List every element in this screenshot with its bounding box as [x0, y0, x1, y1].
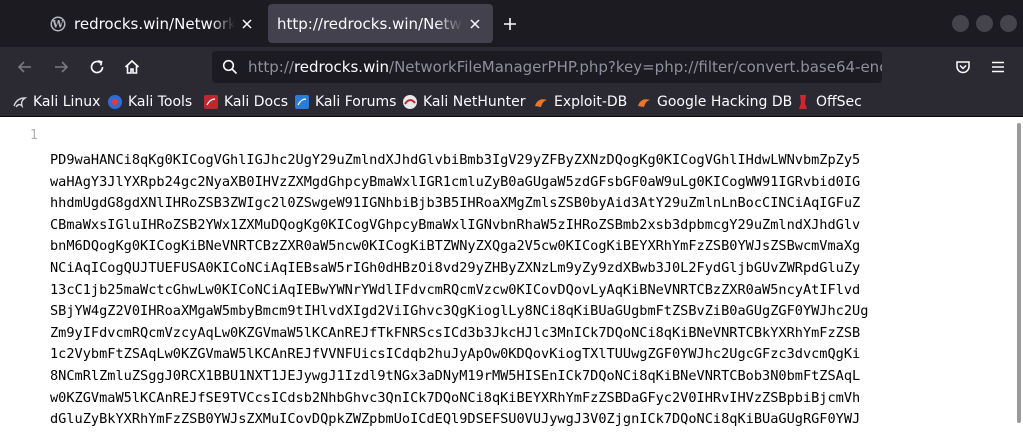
kali-tools-icon [108, 95, 122, 109]
source-line: bnM6DQogKg0KICogKiBNeVNRTCBzZXR0aW5ncw0K… [50, 238, 861, 255]
source-line: Zm9yIFdvcmRQcmVzcyAqLw0KZGVmaW5lKCAnREJf… [50, 324, 861, 341]
close-tab-icon[interactable] [235, 12, 259, 36]
kali-forums-icon [295, 95, 309, 109]
bookmark-offsec[interactable]: OffSec [795, 87, 862, 117]
source-line: NCiAqICogQUJTUEFUSA0KICoNCiAqIEBsaW5rIGh… [50, 259, 861, 276]
bookmarks-toolbar: Kali Linux Kali Tools Kali Docs Kali For… [0, 87, 1023, 117]
tab-strip: W redrocks.win/NetworkFileManagerPHP htt… [0, 0, 1023, 47]
bookmark-label: Kali Forums [315, 94, 397, 110]
url-text[interactable]: http://redrocks.win/NetworkFileManagerPH… [248, 58, 882, 76]
close-tab-icon[interactable] [463, 12, 487, 36]
source-line: 8NCmRlZmluZSggJ0RCX1BBU1NXT1JEJywgJ1Izdl… [50, 367, 861, 384]
source-text[interactable]: PD9waHANCi8qKg0KICogVGhlIGJhc2UgY29uZmln… [50, 150, 1010, 431]
kali-docs-icon [204, 95, 218, 109]
url-bar[interactable]: http://redrocks.win/NetworkFileManagerPH… [212, 51, 882, 83]
tab-active[interactable]: http://redrocks.win/NetworkFileManagerPH… [268, 4, 493, 43]
source-line: CBmaWxsIGluIHRoZSB2YWx1ZXMuDQogKg0KICogV… [50, 216, 861, 233]
url-prefix: http:// [248, 58, 294, 76]
back-button[interactable] [13, 55, 37, 79]
bookmark-exploit-db[interactable]: Exploit-DB [533, 87, 627, 117]
page-content: 1 PD9waHANCi8qKg0KICogVGhlIGJhc2UgY29uZm… [0, 117, 1023, 436]
source-line: w0KZGVmaW5lKCAnREJfSE9TVCcsICdsb2NhbGhvc… [50, 389, 861, 406]
kali-dragon-icon [13, 97, 28, 109]
pocket-icon [956, 61, 970, 74]
tab-label: http://redrocks.win/NetworkFileManagerPH… [277, 14, 463, 33]
bookmark-label: Exploit-DB [554, 94, 628, 110]
wordpress-icon: W [50, 16, 66, 31]
vertical-scrollbar[interactable] [1017, 123, 1021, 423]
bookmark-kali-docs[interactable]: Kali Docs [203, 87, 288, 117]
bookmark-label: Kali Linux [33, 94, 101, 110]
new-tab-button[interactable] [497, 11, 523, 37]
source-line: hhdmUgdG8gdXNlIHRoZSB3ZWIgc2l0ZSwgeW91IG… [50, 195, 861, 212]
bookmark-kali-nethunter[interactable]: Kali NetHunter [402, 87, 525, 117]
maximize-button[interactable] [976, 15, 993, 32]
tab-label: redrocks.win/NetworkFileManagerPHP [74, 14, 235, 33]
bookmark-label: Google Hacking DB [657, 94, 793, 110]
hamburger-menu-icon [992, 61, 1004, 73]
line-number: 1 [30, 128, 38, 143]
bookmark-label: Kali Docs [224, 94, 289, 110]
bookmark-label: Kali Tools [128, 94, 193, 110]
source-line: 13cC1jb25maWctcGhwLw0KICoNCiAqIEBwYWNrYW… [50, 281, 861, 298]
source-line: dGluZyBkYXRhYmFzZSB0YWJsZXMuICovDQpkZWZp… [50, 411, 861, 428]
url-host: redrocks.win [293, 58, 390, 76]
plus-icon [504, 18, 516, 30]
svg-text:W: W [51, 19, 64, 30]
reload-button[interactable] [85, 55, 109, 79]
tab-wordpress[interactable]: W redrocks.win/NetworkFileManagerPHP [40, 4, 265, 43]
source-line: 1c2VybmFtZSAqLw0KZGVmaW5lKCAnREJfVVNFUic… [50, 346, 861, 363]
nethunter-icon [403, 95, 417, 109]
home-icon [124, 59, 140, 74]
bookmark-label: OffSec [816, 94, 862, 110]
bookmark-google-hacking-db[interactable]: Google Hacking DB [636, 87, 792, 117]
bookmark-kali-tools[interactable]: Kali Tools [107, 87, 192, 117]
reload-icon [90, 60, 104, 74]
source-line: SBjYW4gZ2V0IHRoaXMgaW5mbyBmcm9tIHlvdXIgd… [50, 303, 869, 320]
arrow-left-icon [17, 61, 31, 73]
search-icon [222, 59, 238, 75]
home-button[interactable] [120, 55, 144, 79]
bookmark-kali-linux[interactable]: Kali Linux [12, 87, 100, 117]
pocket-button[interactable] [951, 55, 975, 79]
navigation-toolbar: http://redrocks.win/NetworkFileManagerPH… [0, 47, 1023, 87]
minimize-button[interactable] [952, 15, 969, 32]
bookmark-kali-forums[interactable]: Kali Forums [294, 87, 396, 117]
arrow-right-icon [55, 61, 69, 73]
source-line: PD9waHANCi8qKg0KICogVGhlIGJhc2UgY29uZmln… [50, 152, 861, 168]
source-line: waHAgY3JlYXRpb24gc2NyaXB0IHVzZXMgdGhpcyB… [50, 173, 861, 190]
url-path: /NetworkFileManagerPHP.php?key=php://fil… [389, 58, 882, 76]
menu-button[interactable] [986, 55, 1010, 79]
close-window-button[interactable] [1000, 15, 1017, 32]
exploit-db-icon [535, 99, 547, 107]
bookmark-label: Kali NetHunter [423, 94, 526, 110]
offsec-icon [799, 95, 807, 109]
ghdb-icon [638, 99, 650, 107]
forward-button[interactable] [49, 55, 73, 79]
